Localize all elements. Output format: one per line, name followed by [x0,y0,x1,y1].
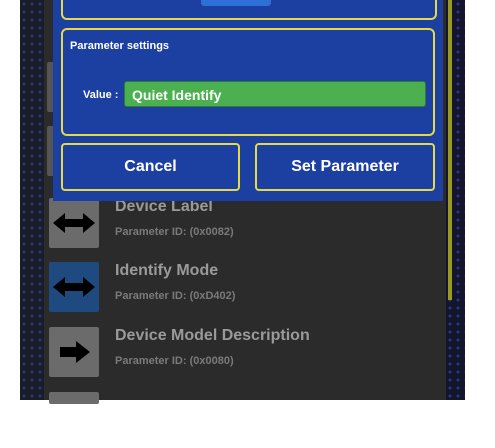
scroll-indicator [448,0,452,300]
swap-horizontal-icon [49,198,99,248]
list-item-icon-partial [49,392,99,404]
value-field[interactable]: Quiet Identify [124,81,426,107]
list-item-device-label[interactable]: Device Label Parameter ID: (0x0082) [49,194,444,254]
list-item-subtitle: Parameter ID: (0xD402) [115,290,236,302]
list-item-device-model-description[interactable]: Device Model Description Parameter ID: (… [49,323,444,383]
section-title: Parameter settings [70,40,170,52]
list-item-subtitle: Parameter ID: (0x0080) [115,355,234,367]
swap-horizontal-icon [49,262,99,312]
list-item-partial [49,388,444,448]
list-item-subtitle: Parameter ID: (0x0082) [115,226,234,238]
set-parameter-button[interactable]: Set Parameter [255,143,435,191]
arrow-right-icon [49,327,99,377]
left-decorative-border [20,0,44,400]
list-item-title: Device Model Description [115,327,310,344]
dialog-top-button[interactable] [201,0,271,6]
cancel-button[interactable]: Cancel [61,143,240,191]
value-label: Value : [83,89,119,101]
parameter-settings-section: Parameter settings Value : Quiet Identif… [61,28,435,136]
list-item-title: Identify Mode [115,262,219,279]
parameter-dialog: Parameter settings Value : Quiet Identif… [53,0,443,201]
list-item-identify-mode[interactable]: Identify Mode Parameter ID: (0xD402) [49,258,444,318]
